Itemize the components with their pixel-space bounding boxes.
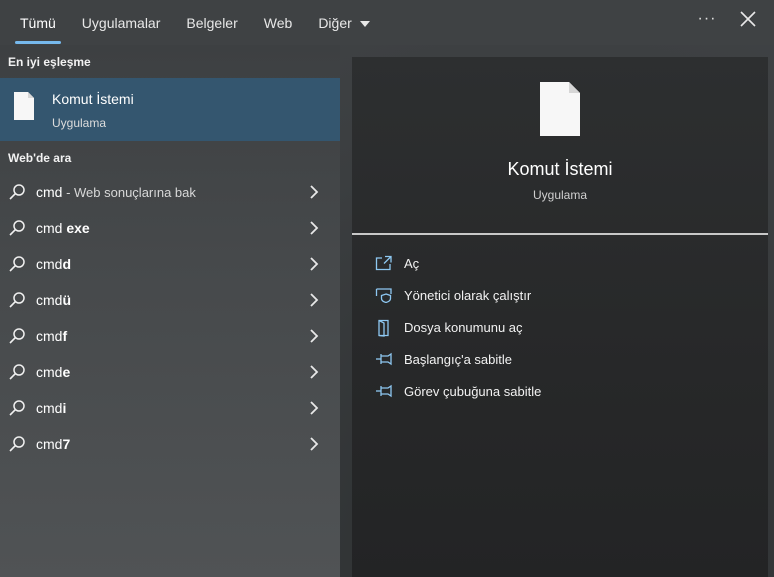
preview-pane: Komut İstemi Uygulama Aç Yönetici olarak… [352,57,768,577]
divider [352,233,768,235]
action-label: Yönetici olarak çalıştır [404,288,532,303]
best-match-header: En iyi eşleşme [8,55,91,69]
search-icon [9,400,25,416]
search-tab-bar: Tümü Uygulamalar Belgeler Web Diğer [0,0,774,45]
more-options-button[interactable]: ··· [693,7,721,31]
caret-down-icon [359,20,370,27]
close-icon [740,11,756,27]
best-match-title: Komut İstemi [52,91,134,107]
file-icon [14,92,34,120]
tab-label: Uygulamalar [81,14,161,31]
action-open-file-location[interactable]: Dosya konumunu aç [352,314,768,342]
folder-icon [378,319,389,337]
tab-more[interactable]: Diğer [305,0,382,45]
chevron-right-icon [310,221,319,235]
tab-all[interactable]: Tümü [7,0,69,45]
chevron-right-icon [310,293,319,307]
action-pin-to-taskbar[interactable]: Görev çubuğuna sabitle [352,378,768,406]
action-label: Aç [404,256,420,271]
tab-web[interactable]: Web [251,0,306,45]
chevron-right-icon [310,401,319,415]
search-icon [9,364,25,380]
action-label: Başlangıç'a sabitle [404,352,512,367]
shield-icon [375,288,392,303]
chevron-right-icon [310,329,319,343]
web-search-header: Web'de ara [8,151,72,165]
web-search-item[interactable]: cmdd [0,246,340,282]
preview-subtitle: Uygulama [532,188,588,202]
search-query: cmd7 [36,436,71,452]
tab-label: Belgeler [186,14,238,31]
tab-label: Diğer [318,14,352,31]
best-match-item[interactable]: Komut İstemi Uygulama [0,78,340,141]
search-query: cmdi [36,400,67,416]
results-pane: En iyi eşleşme Komut İstemi Uygulama Web… [0,45,340,577]
search-query: cmd - Web sonuçlarına bak [36,184,196,200]
tab-documents[interactable]: Belgeler [173,0,250,45]
search-query: cmdd [36,256,72,272]
search-icon [9,256,25,272]
web-search-item[interactable]: cmdü [0,282,340,318]
action-label: Dosya konumunu aç [404,320,523,335]
chevron-right-icon [310,185,319,199]
web-search-item[interactable]: cmdf [0,318,340,354]
web-search-item[interactable]: cmd exe [0,210,340,246]
search-icon [9,436,25,452]
ellipsis-icon: ··· [697,10,717,27]
web-search-item[interactable]: cmd7 [0,426,340,462]
web-search-item[interactable]: cmde [0,354,340,390]
search-icon [9,220,25,236]
web-search-item[interactable]: cmd - Web sonuçlarına bak [0,174,340,210]
web-search-item[interactable]: cmdi [0,390,340,426]
action-pin-to-start[interactable]: Başlangıç'a sabitle [352,346,768,374]
search-query: cmd exe [36,220,90,236]
tab-label: Web [263,14,293,31]
preview-title: Komut İstemi [507,159,613,179]
search-query: cmdü [36,292,72,308]
tab-apps[interactable]: Uygulamalar [69,0,174,45]
chevron-right-icon [310,365,319,379]
pin-icon [376,352,392,366]
chevron-right-icon [310,437,319,451]
search-icon [9,328,25,344]
pin-icon [376,384,392,398]
search-icon [9,292,25,308]
action-label: Görev çubuğuna sabitle [404,384,542,399]
tab-label: Tümü [20,14,56,31]
close-button[interactable] [733,4,763,34]
action-run-as-admin[interactable]: Yönetici olarak çalıştır [352,282,768,310]
file-icon [540,82,580,136]
best-match-subtitle: Uygulama [52,116,107,130]
search-icon [9,184,25,200]
chevron-right-icon [310,257,319,271]
search-query: cmde [36,364,71,380]
search-query: cmdf [36,328,68,344]
open-icon [375,255,392,271]
action-open[interactable]: Aç [352,250,768,278]
